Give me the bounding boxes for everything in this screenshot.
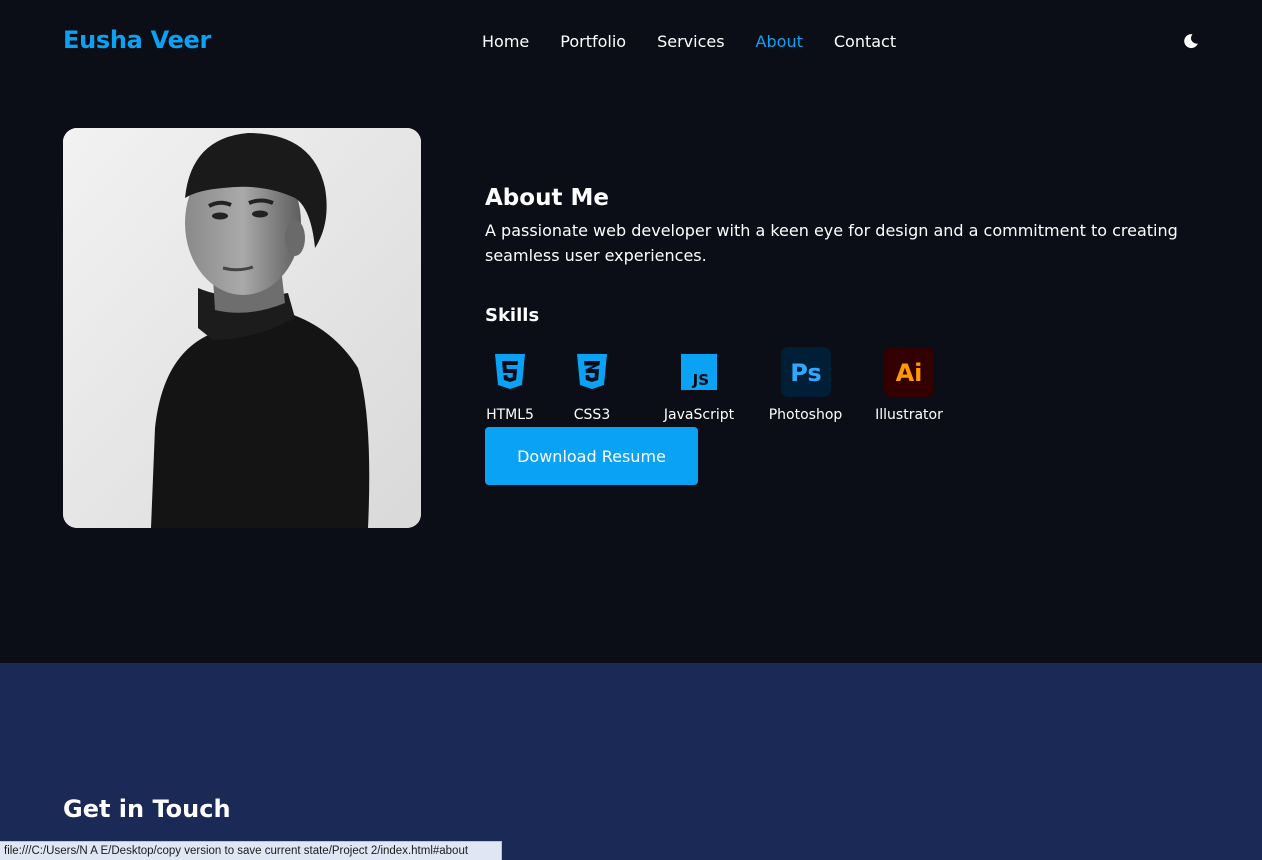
download-resume-button[interactable]: Download Resume	[485, 427, 698, 485]
skill-javascript: JS JavaScript	[661, 347, 737, 427]
brand-logo[interactable]: Eusha Veer	[63, 26, 211, 54]
html5-icon	[485, 347, 535, 397]
skill-html5: HTML5	[485, 347, 535, 427]
nav-link-portfolio[interactable]: Portfolio	[560, 31, 626, 53]
skill-label: Illustrator	[875, 407, 943, 423]
nav-link-about[interactable]: About	[756, 31, 803, 53]
skills-list: HTML5 CSS3 JS JavaScript Ps Photoshop Ai…	[485, 347, 1205, 427]
nav-link-contact[interactable]: Contact	[834, 31, 896, 53]
contact-section: Get in Touch	[0, 663, 1262, 860]
nav-link-services[interactable]: Services	[657, 31, 724, 53]
skill-css3: CSS3	[567, 347, 617, 427]
navbar: Eusha Veer Home Portfolio Services About…	[0, 0, 1262, 86]
illustrator-icon: Ai	[884, 347, 934, 397]
javascript-icon: JS	[674, 347, 724, 397]
skills-title: Skills	[485, 305, 540, 326]
skill-illustrator: Ai Illustrator	[875, 347, 943, 427]
skill-label: CSS3	[573, 407, 611, 423]
css3-icon	[567, 347, 617, 397]
skill-label: HTML5	[486, 407, 534, 423]
about-section: About Me A passionate web developer with…	[0, 86, 1262, 663]
about-content: About Me A passionate web developer with…	[485, 184, 1205, 427]
nav-links: Home Portfolio Services About Contact	[482, 31, 896, 53]
skill-photoshop: Ps Photoshop	[767, 347, 844, 427]
profile-photo	[63, 128, 421, 528]
theme-toggle-button[interactable]	[1183, 33, 1199, 49]
nav-link-home[interactable]: Home	[482, 31, 529, 53]
browser-status-bar: file:///C:/Users/N A E/Desktop/copy vers…	[0, 841, 502, 860]
moon-icon	[1184, 34, 1198, 49]
svg-text:Ps: Ps	[790, 359, 821, 387]
about-description: A passionate web developer with a keen e…	[485, 221, 1178, 265]
skill-label: Photoshop	[768, 407, 843, 423]
photoshop-icon: Ps	[780, 347, 831, 397]
skill-label: JavaScript	[663, 407, 735, 423]
svg-text:JS: JS	[692, 371, 709, 389]
about-title: About Me	[485, 185, 609, 211]
contact-title: Get in Touch	[63, 795, 231, 823]
svg-text:Ai: Ai	[896, 359, 923, 387]
